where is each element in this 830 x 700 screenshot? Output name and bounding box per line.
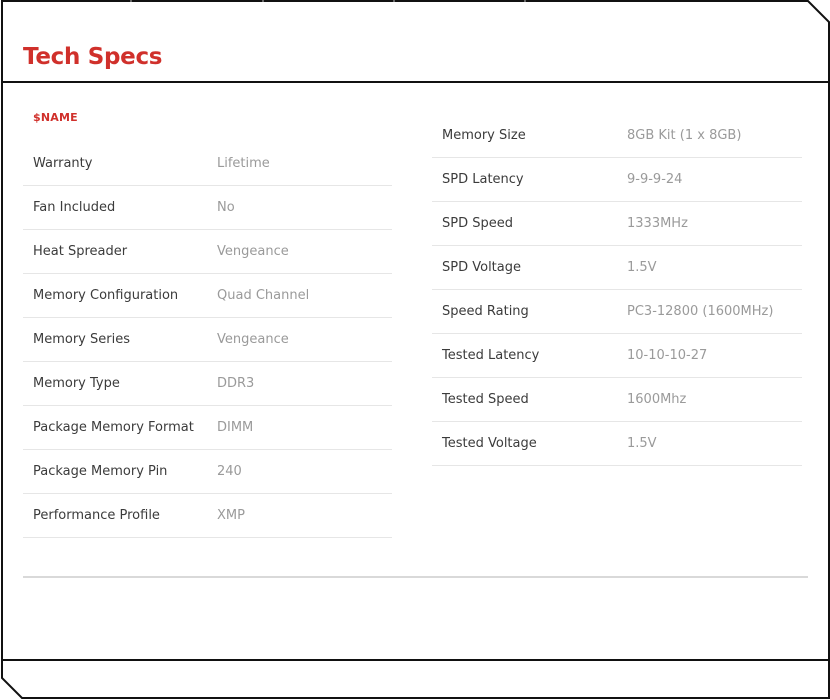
spec-label: Tested Latency: [442, 348, 540, 363]
spec-label: Performance Profile: [33, 508, 160, 523]
spec-value: Lifetime: [217, 156, 270, 171]
spec-row: Tested Voltage 1.5V: [432, 422, 802, 466]
spec-row: Package Memory Pin 240: [23, 450, 392, 494]
spec-value: 9-9-9-24: [627, 172, 683, 187]
spec-label: Tested Voltage: [442, 436, 537, 451]
spec-row: Memory Configuration Quad Channel: [23, 274, 392, 318]
spec-label: Memory Type: [33, 376, 120, 391]
spec-row: SPD Speed 1333MHz: [432, 202, 802, 246]
spec-label: SPD Speed: [442, 216, 513, 231]
spec-row: Memory Size 8GB Kit (1 x 8GB): [432, 114, 802, 158]
spec-label: Speed Rating: [442, 304, 529, 319]
section-divider: [23, 576, 808, 578]
spec-value: Vengeance: [217, 332, 289, 347]
spec-label: SPD Voltage: [442, 260, 521, 275]
spec-label: Memory Size: [442, 128, 526, 143]
spec-value: Quad Channel: [217, 288, 310, 303]
spec-row: Performance Profile XMP: [23, 494, 392, 538]
spec-list-right: Memory Size 8GB Kit (1 x 8GB) SPD Latenc…: [432, 114, 802, 466]
spec-value: 1333MHz: [627, 216, 688, 231]
spec-value: No: [217, 200, 235, 215]
spec-row: Heat Spreader Vengeance: [23, 230, 392, 274]
product-name-label: $NAME: [33, 111, 78, 124]
spec-row: Tested Speed 1600Mhz: [432, 378, 802, 422]
spec-value: XMP: [217, 508, 245, 523]
spec-row: Fan Included No: [23, 186, 392, 230]
spec-value: DIMM: [217, 420, 254, 435]
spec-value: 10-10-10-27: [627, 348, 708, 363]
spec-value: 1.5V: [627, 436, 657, 451]
spec-value: DDR3: [217, 376, 255, 391]
spec-row: Warranty Lifetime: [23, 142, 392, 186]
spec-label: SPD Latency: [442, 172, 524, 187]
spec-label: Fan Included: [33, 200, 116, 215]
spec-label: Heat Spreader: [33, 244, 128, 259]
spec-label: Tested Speed: [442, 392, 529, 407]
spec-label: Memory Series: [33, 332, 130, 347]
spec-value: 8GB Kit (1 x 8GB): [627, 128, 742, 143]
spec-value: PC3-12800 (1600MHz): [627, 304, 774, 319]
spec-row: Tested Latency 10-10-10-27: [432, 334, 802, 378]
spec-value: 240: [217, 464, 242, 479]
page-title: Tech Specs: [23, 44, 163, 70]
spec-label: Package Memory Pin: [33, 464, 168, 479]
spec-row: Memory Type DDR3: [23, 362, 392, 406]
spec-row: SPD Voltage 1.5V: [432, 246, 802, 290]
spec-row: Speed Rating PC3-12800 (1600MHz): [432, 290, 802, 334]
spec-row: Package Memory Format DIMM: [23, 406, 392, 450]
spec-label: Warranty: [33, 156, 93, 171]
spec-label: Memory Configuration: [33, 288, 179, 303]
spec-value: Vengeance: [217, 244, 289, 259]
spec-row: Memory Series Vengeance: [23, 318, 392, 362]
spec-value: 1600Mhz: [627, 392, 687, 407]
spec-value: 1.5V: [627, 260, 657, 275]
spec-list-left: Warranty Lifetime Fan Included No Heat S…: [23, 142, 392, 538]
spec-row: SPD Latency 9-9-9-24: [432, 158, 802, 202]
spec-label: Package Memory Format: [33, 420, 194, 435]
